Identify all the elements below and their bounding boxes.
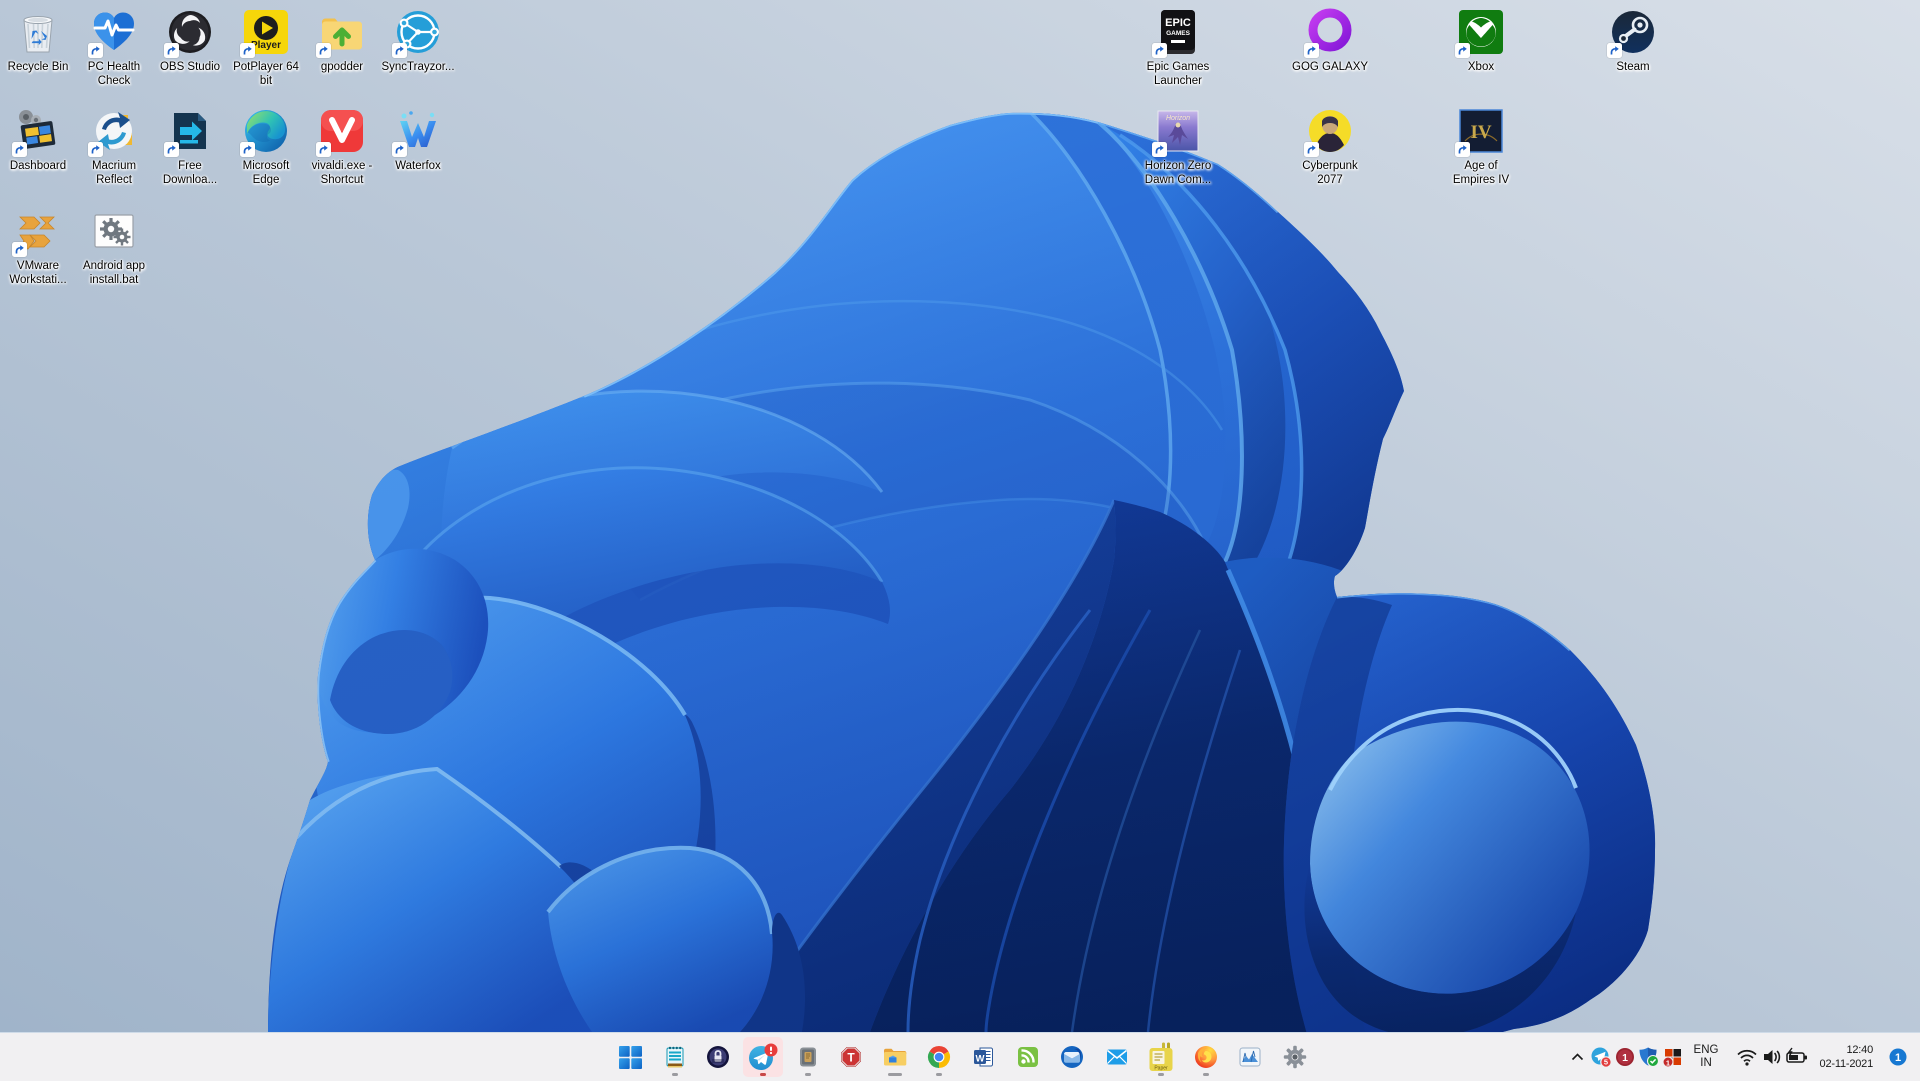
svg-text:T: T	[847, 1051, 855, 1065]
svg-text:EPIC: EPIC	[1165, 17, 1191, 29]
svg-text:1: 1	[1622, 1051, 1628, 1063]
svg-text:1: 1	[1666, 1058, 1670, 1067]
svg-text:GAMES: GAMES	[1166, 30, 1191, 37]
svg-text:5: 5	[1604, 1057, 1608, 1066]
svg-text:W: W	[976, 1054, 985, 1065]
svg-text:Paper: Paper	[1154, 1066, 1168, 1072]
svg-text:1: 1	[1895, 1052, 1901, 1064]
svg-text:IV: IV	[1470, 122, 1491, 143]
svg-text:Horizon: Horizon	[1166, 115, 1190, 122]
svg-text:Player: Player	[251, 40, 281, 51]
